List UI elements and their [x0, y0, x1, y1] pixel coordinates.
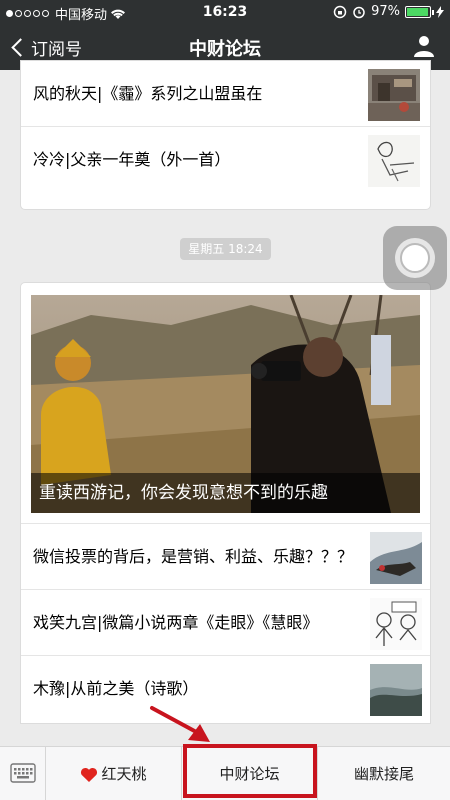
- status-bar: 中国移动 16:23 97%: [0, 0, 450, 24]
- assistive-touch-button[interactable]: [383, 226, 447, 290]
- menu-item-red-peach[interactable]: 红天桃: [46, 747, 182, 800]
- article-thumbnail: [370, 664, 422, 716]
- menu-item-humor[interactable]: 幽默接尾: [318, 747, 450, 800]
- article-title: 风的秋天|《霾》系列之山盟虽在: [33, 83, 263, 103]
- article-title: 戏笑九宫|微篇小说两章《走眼》《慧眼》: [33, 612, 319, 632]
- article-card-2: 重读西游记，你会发现意想不到的乐趣 微信投票的背后，是营销、利益、乐趣？？？ 戏…: [20, 282, 431, 724]
- article-thumbnail: [368, 69, 420, 121]
- article-card-1: 风的秋天|《霾》系列之山盟虽在 冷冷|父亲一年奠（外一首）: [20, 60, 431, 210]
- article-title: 冷冷|父亲一年奠（外一首）: [33, 150, 231, 169]
- rotation-lock-icon: [333, 5, 347, 18]
- article-thumbnail: [370, 598, 422, 650]
- keyboard-icon: [10, 763, 36, 783]
- hero-article[interactable]: 重读西游记，你会发现意想不到的乐趣: [31, 295, 420, 513]
- hero-caption: 重读西游记，你会发现意想不到的乐趣: [31, 473, 420, 513]
- battery-fill: [407, 7, 429, 16]
- status-right: 97%: [333, 4, 444, 19]
- article-thumbnail: [370, 532, 422, 584]
- article-item[interactable]: 微信投票的背后，是营销、利益、乐趣？？？: [21, 523, 430, 589]
- page-title: 中财论坛: [189, 39, 261, 60]
- menu-label: 幽默接尾: [353, 765, 414, 783]
- keyboard-toggle-button[interactable]: [0, 747, 46, 800]
- battery-icon: [405, 5, 434, 18]
- article-title: 微信投票的背后，是营销、利益、乐趣？？？: [33, 546, 354, 566]
- article-title: 木豫|从前之美（诗歌）: [33, 678, 199, 698]
- article-item[interactable]: 木豫|从前之美（诗歌）: [21, 655, 430, 721]
- heart-icon: [81, 767, 98, 782]
- user-profile-icon[interactable]: [412, 34, 436, 58]
- annotation-arrow: [150, 706, 210, 742]
- article-thumbnail: [368, 135, 420, 187]
- time-badge: 星期五 18:24: [180, 238, 271, 260]
- article-item[interactable]: 风的秋天|《霾》系列之山盟虽在: [21, 61, 430, 127]
- article-item[interactable]: 戏笑九宫|微篇小说两章《走眼》《慧眼》: [21, 589, 430, 655]
- battery-percent: 97%: [371, 4, 400, 19]
- article-item[interactable]: 冷冷|父亲一年奠（外一首）: [21, 127, 430, 193]
- alarm-icon: [353, 6, 365, 18]
- menu-label: 红天桃: [101, 765, 147, 783]
- assistive-center: [400, 243, 430, 273]
- article-list: 微信投票的背后，是营销、利益、乐趣？？？ 戏笑九宫|微篇小说两章《走眼》《慧眼》…: [21, 523, 430, 721]
- charging-icon: [436, 5, 444, 18]
- highlight-box: [183, 744, 317, 798]
